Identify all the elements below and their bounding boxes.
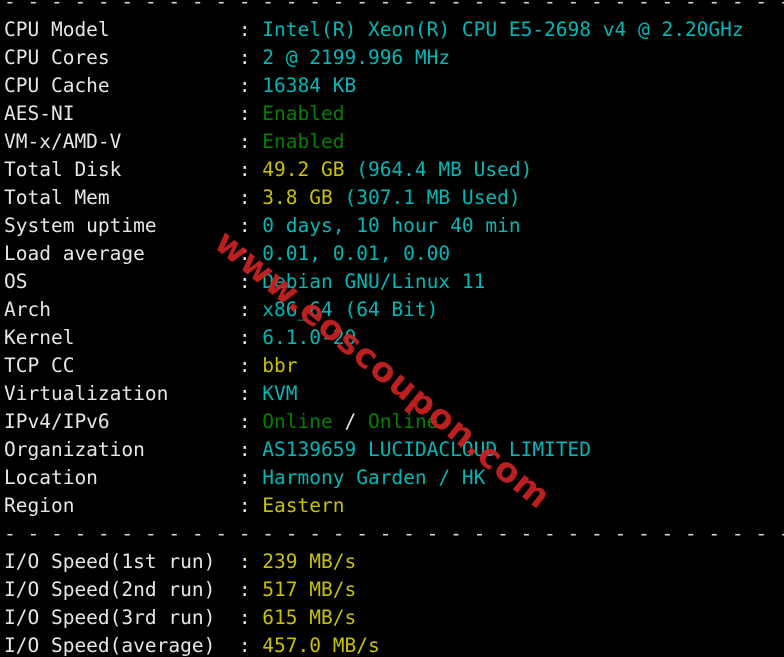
- io-speed-row: I/O Speed(average) : 457.0 MB/s: [4, 632, 784, 657]
- field-value: 49.2 GB: [262, 158, 345, 181]
- field-value: 615 MB/s: [262, 606, 357, 629]
- system-info-row: CPU Model : Intel(R) Xeon(R) CPU E5-2698…: [4, 16, 784, 44]
- field-label: CPU Model: [4, 18, 239, 41]
- system-info-row: CPU Cores : 2 @ 2199.996 MHz: [4, 44, 784, 72]
- field-label: Region: [4, 494, 239, 517]
- field-colon: :: [238, 158, 263, 181]
- field-label: Total Mem: [4, 186, 239, 209]
- field-label: TCP CC: [4, 354, 239, 377]
- terminal-screen: - - - - - - - - - - - - - - - - - - - - …: [4, 0, 784, 657]
- field-value-secondary: (964.4 MB Used): [344, 158, 533, 181]
- field-label: CPU Cores: [4, 46, 239, 69]
- field-label: System uptime: [4, 214, 239, 237]
- io-speed-row: I/O Speed(1st run) : 239 MB/s: [4, 548, 784, 576]
- system-info-row: Arch : x86_64 (64 Bit): [4, 296, 784, 324]
- separator-middle: - - - - - - - - - - - - - - - - - - - - …: [4, 522, 784, 545]
- system-info-row: Load average : 0.01, 0.01, 0.00: [4, 240, 784, 268]
- field-value: 517 MB/s: [262, 578, 357, 601]
- system-info-row: Total Mem : 3.8 GB (307.1 MB Used): [4, 184, 784, 212]
- system-info-row: TCP CC : bbr: [4, 352, 784, 380]
- field-label: OS: [4, 270, 239, 293]
- system-info-row: Organization : AS139659 LUCIDACLOUD LIMI…: [4, 436, 784, 464]
- system-info-row: IPv4/IPv6 : Online / Online: [4, 408, 784, 436]
- field-value: Debian GNU/Linux 11: [262, 270, 486, 293]
- io-speed-block: I/O Speed(1st run) : 239 MB/s I/O Speed(2…: [4, 548, 784, 657]
- field-value: bbr: [262, 354, 298, 377]
- field-colon: :: [238, 466, 263, 489]
- field-value: 0 days, 10 hour 40 min: [262, 214, 521, 237]
- field-colon: :: [238, 382, 263, 405]
- system-info-row: Total Disk : 49.2 GB (964.4 MB Used): [4, 156, 784, 184]
- field-value: 0.01, 0.01, 0.00: [262, 242, 451, 265]
- field-colon: :: [238, 18, 263, 41]
- field-value: 2 @ 2199.996 MHz: [262, 46, 451, 69]
- system-info-block: CPU Model : Intel(R) Xeon(R) CPU E5-2698…: [4, 16, 784, 520]
- field-value: Eastern: [262, 494, 345, 517]
- field-value: Intel(R) Xeon(R) CPU E5-2698 v4 @ 2.20GH…: [262, 18, 744, 41]
- field-colon: :: [238, 102, 263, 125]
- terminal-window: - - - - - - - - - - - - - - - - - - - - …: [0, 0, 784, 657]
- field-value: Harmony Garden / HK: [262, 466, 486, 489]
- field-colon: :: [238, 214, 263, 237]
- field-label: I/O Speed(1st run): [4, 550, 239, 573]
- field-value-secondary: (307.1 MB Used): [332, 186, 521, 209]
- field-colon: :: [238, 550, 263, 573]
- field-colon: :: [238, 438, 263, 461]
- field-colon: :: [238, 298, 263, 321]
- system-info-row: Region : Eastern: [4, 492, 784, 520]
- field-label: Virtualization: [4, 382, 239, 405]
- field-label: CPU Cache: [4, 74, 239, 97]
- field-colon: :: [238, 242, 263, 265]
- system-info-row: VM-x/AMD-V : Enabled: [4, 128, 784, 156]
- field-value: Online: [262, 410, 333, 433]
- system-info-row: System uptime : 0 days, 10 hour 40 min: [4, 212, 784, 240]
- field-colon: :: [238, 74, 263, 97]
- separator-top: - - - - - - - - - - - - - - - - - - - - …: [4, 0, 784, 13]
- field-value-separator: /: [332, 410, 368, 433]
- field-value: Enabled: [262, 102, 345, 125]
- field-value: Enabled: [262, 130, 345, 153]
- field-value: KVM: [262, 382, 298, 405]
- field-label: Arch: [4, 298, 239, 321]
- field-value: x86_64 (64 Bit): [262, 298, 439, 321]
- field-value: 6.1.0-20: [262, 326, 357, 349]
- io-speed-row: I/O Speed(2nd run) : 517 MB/s: [4, 576, 784, 604]
- field-label: I/O Speed(2nd run): [4, 578, 239, 601]
- field-colon: :: [238, 578, 263, 601]
- field-value: 457.0 MB/s: [262, 634, 380, 657]
- field-value: AS139659 LUCIDACLOUD LIMITED: [262, 438, 592, 461]
- field-colon: :: [238, 634, 263, 657]
- system-info-row: AES-NI : Enabled: [4, 100, 784, 128]
- field-value: 3.8 GB: [262, 186, 333, 209]
- field-colon: :: [238, 410, 263, 433]
- field-label: Organization: [4, 438, 239, 461]
- system-info-row: CPU Cache : 16384 KB: [4, 72, 784, 100]
- field-value-secondary: Online: [367, 410, 439, 433]
- field-label: AES-NI: [4, 102, 239, 125]
- system-info-row: Location : Harmony Garden / HK: [4, 464, 784, 492]
- field-colon: :: [238, 46, 263, 69]
- field-value: 16384 KB: [262, 74, 357, 97]
- field-colon: :: [238, 130, 263, 153]
- field-colon: :: [238, 326, 263, 349]
- system-info-row: Virtualization : KVM: [4, 380, 784, 408]
- field-colon: :: [238, 606, 263, 629]
- field-label: IPv4/IPv6: [4, 410, 239, 433]
- field-label: I/O Speed(average): [4, 634, 239, 657]
- system-info-row: Kernel : 6.1.0-20: [4, 324, 784, 352]
- field-colon: :: [238, 186, 263, 209]
- field-value: 239 MB/s: [262, 550, 357, 573]
- field-label: Load average: [4, 242, 239, 265]
- field-label: VM-x/AMD-V: [4, 130, 239, 153]
- field-colon: :: [238, 270, 263, 293]
- field-label: Kernel: [4, 326, 239, 349]
- io-speed-row: I/O Speed(3rd run) : 615 MB/s: [4, 604, 784, 632]
- field-colon: :: [238, 494, 263, 517]
- field-colon: :: [238, 354, 263, 377]
- system-info-row: OS : Debian GNU/Linux 11: [4, 268, 784, 296]
- field-label: Location: [4, 466, 239, 489]
- field-label: Total Disk: [4, 158, 239, 181]
- field-label: I/O Speed(3rd run): [4, 606, 239, 629]
